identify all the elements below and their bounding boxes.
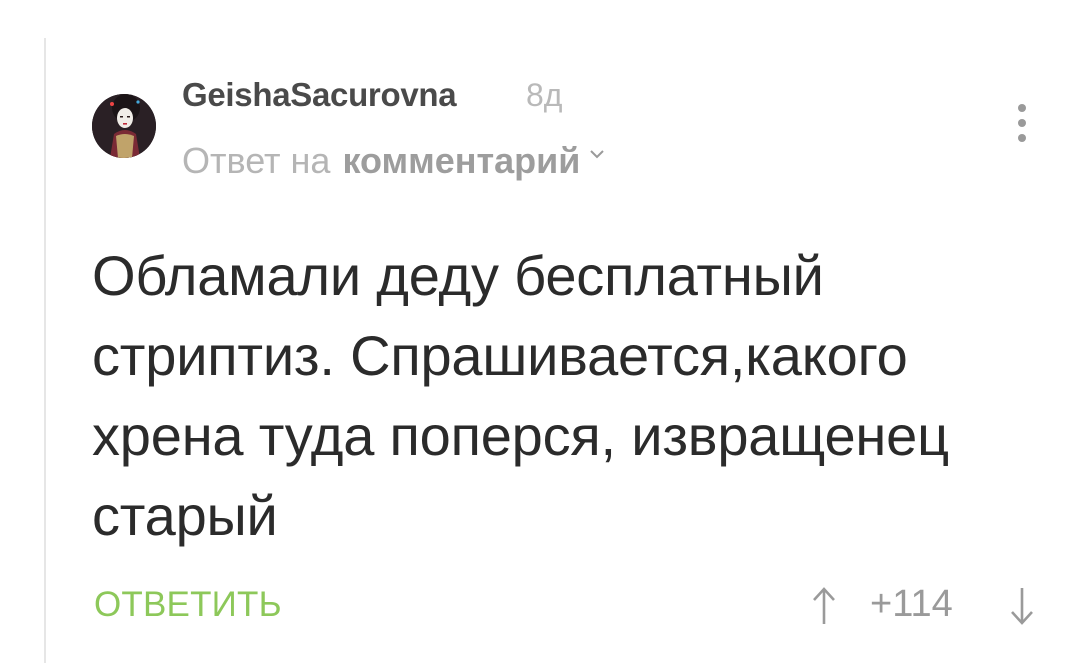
author-name[interactable]: GeishaSacurovna [182,76,457,114]
comment-time: 8д [526,77,563,113]
reply-to-link[interactable]: комментарий [342,140,580,182]
reply-to-prefix: Ответ на [182,140,331,181]
more-vertical-icon[interactable] [1012,104,1032,148]
arrow-down-icon[interactable] [1008,584,1036,628]
reply-to-context[interactable]: Ответ на комментарий [182,140,606,182]
arrow-up-icon[interactable] [810,584,838,628]
rating-count: +114 [870,583,953,625]
thread-line [44,38,46,663]
comment-text: Обламали деду бесплатный стриптиз. Спраш… [92,244,949,547]
user-avatar[interactable] [92,94,156,158]
chevron-down-icon[interactable] [588,130,606,159]
reply-button[interactable]: ОТВЕТИТЬ [94,585,282,625]
